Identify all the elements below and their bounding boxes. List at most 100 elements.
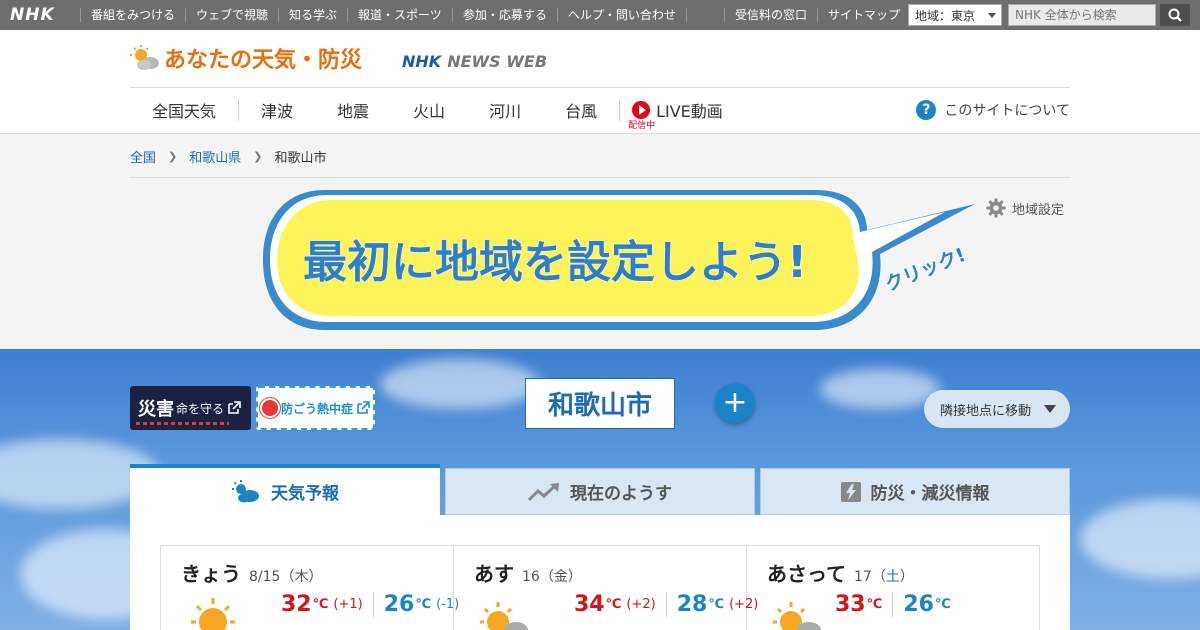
temp-divider <box>665 592 667 617</box>
breadcrumb-divider <box>130 177 1070 178</box>
chevron-right-icon: ❯ <box>168 150 178 163</box>
forecast-panel: きょう 8/15（木） 32 ℃ (+1) 26 ℃ (-1) あす 16（金） 34 ℃ (+… <box>130 515 1070 630</box>
temp-low: 26 <box>903 592 934 617</box>
cloud-decoration <box>1080 499 1200 579</box>
forecast-day-tomorrow[interactable]: あす 16（金） 34 ℃ (+2) 28 ℃ (+2) <box>454 546 758 630</box>
tab-disaster-info[interactable]: 防災・減災情報 <box>760 468 1070 515</box>
search-icon <box>1168 8 1182 22</box>
temp-low: 26 <box>383 592 415 617</box>
nav-national-weather[interactable]: 全国天気 <box>152 98 216 122</box>
nhk-news-web-logo[interactable]: NHK NEWS WEB <box>402 52 547 71</box>
region-setup-banner[interactable]: 最初に地域を設定しよう! クリック! <box>255 182 985 342</box>
banner-message: 最初に地域を設定しよう! <box>303 237 807 288</box>
nhk-logo[interactable]: NHK <box>0 5 80 25</box>
breadcrumb-national[interactable]: 全国 <box>130 147 156 166</box>
region-setting-button[interactable]: 地域設定 <box>986 198 1064 218</box>
forecast-day-after-tomorrow[interactable]: あさって 17（土） 33 ℃ 26 ℃ <box>747 546 1039 630</box>
nav-earthquake[interactable]: 地震 <box>337 98 369 122</box>
chevron-down-icon <box>988 13 996 18</box>
search-button[interactable] <box>1160 4 1190 26</box>
temp-unit: ℃ <box>866 597 883 612</box>
disaster-badge-title: 災害 <box>138 399 174 420</box>
external-link-icon <box>228 401 241 414</box>
add-location-button[interactable]: + <box>715 383 755 423</box>
nav-divider <box>238 99 240 121</box>
banner-click-label: クリック! <box>882 244 969 296</box>
forecast-day-today[interactable]: きょう 8/15（木） 32 ℃ (+1) 26 ℃ (-1) <box>161 546 459 630</box>
tab-current-label: 現在のようす <box>570 484 672 504</box>
nav-volcano[interactable]: 火山 <box>413 98 445 122</box>
temp-high-diff: (+1) <box>333 597 363 612</box>
triangle-down-icon <box>1044 405 1056 413</box>
nav-live-label: LIVE動画 <box>656 102 723 121</box>
forecast-days: きょう 8/15（木） 32 ℃ (+1) 26 ℃ (-1) あす 16（金） 34 ℃ (+… <box>160 545 1040 630</box>
nav-tsunami[interactable]: 津波 <box>261 98 293 122</box>
lightning-icon <box>840 481 861 502</box>
cloud-sun-icon <box>232 479 259 502</box>
badge-stripe <box>136 422 229 425</box>
temp-unit: ℃ <box>935 597 951 612</box>
day-date-value: 16 <box>522 569 540 585</box>
site-title: あなたの天気・防災 <box>164 48 363 73</box>
global-nav-watch-web[interactable]: ウェブで視聴 <box>185 8 278 22</box>
global-nav-participate[interactable]: 参加・応募する <box>451 8 557 22</box>
global-nav-learn[interactable]: 知る学ぶ <box>278 8 347 22</box>
chevron-right-icon: ❯ <box>253 150 263 163</box>
nearby-location-dropdown[interactable]: 隣接地点に移動 <box>924 390 1070 428</box>
tab-current-conditions[interactable]: 現在のようす <box>445 468 755 515</box>
temperatures: 33 ℃ 26 ℃ <box>835 592 951 617</box>
nearby-location-label: 隣接地点に移動 <box>940 403 1032 419</box>
question-icon: ? <box>916 100 937 120</box>
day-weekday: （木） <box>280 569 323 585</box>
sitemap-link[interactable]: サイトマップ <box>816 8 904 22</box>
heatstroke-badge-label: 防ごう熱中症 <box>281 401 354 416</box>
region-select[interactable]: 地域：東京 <box>908 4 1002 26</box>
about-site-link[interactable]: ? このサイトについて <box>916 100 1070 120</box>
receiving-fee-link[interactable]: 受信料の窓口 <box>723 8 817 22</box>
day-weekday: （金） <box>539 569 582 585</box>
nav-divider <box>619 99 621 121</box>
temp-low: 28 <box>676 592 708 617</box>
sunny-icon <box>191 598 235 630</box>
gear-icon <box>986 198 1006 218</box>
global-bar-right: 受信料の窓口 サイトマップ 地域：東京 <box>723 4 1190 26</box>
tab-disaster-label: 防災・減災情報 <box>870 484 990 504</box>
global-nav-find-programs[interactable]: 番組をみつける <box>80 8 185 22</box>
temp-high: 34 <box>574 592 605 617</box>
tab-forecast-label: 天気予報 <box>271 484 339 504</box>
nav-typhoon[interactable]: 台風 <box>565 98 597 122</box>
day-name: あす <box>474 562 514 586</box>
sun-cloud-icon <box>480 602 528 630</box>
search-input[interactable] <box>1008 4 1156 26</box>
about-site-label: このサイトについて <box>944 103 1070 119</box>
sun-cloud-icon <box>773 602 821 630</box>
tab-forecast[interactable]: 天気予報 <box>130 464 440 515</box>
temp-high: 32 <box>281 592 312 617</box>
nav-live-video[interactable]: LIVE動画 配信中 <box>628 98 723 131</box>
heatstroke-badge-link[interactable]: 防ごう熱中症 <box>256 386 375 430</box>
site-brand[interactable]: あなたの天気・防災 <box>130 42 362 74</box>
disaster-badge-link[interactable]: 災害 命を守る <box>130 386 251 430</box>
global-nav-help[interactable]: ヘルプ・問い合わせ <box>556 8 687 22</box>
day-name: あさって <box>767 562 846 586</box>
live-status: 配信中 <box>628 121 656 131</box>
nav-river[interactable]: 河川 <box>489 98 521 122</box>
global-nav: 番組をみつける ウェブで視聴 知る学ぶ 報道・スポーツ 参加・応募する ヘルプ・… <box>80 8 687 22</box>
news-web-logo-nhk: NHK <box>402 52 442 71</box>
sun-cloud-icon <box>130 45 159 70</box>
temperatures: 32 ℃ (+1) 26 ℃ (-1) <box>281 592 459 617</box>
sun-icon <box>262 400 278 416</box>
city-name: 和歌山市 <box>525 378 675 429</box>
region-setting-label: 地域設定 <box>1012 202 1065 218</box>
weekday-open: （ <box>871 569 886 585</box>
breadcrumb-prefecture[interactable]: 和歌山県 <box>189 147 241 166</box>
day-date: 17（土） <box>854 569 914 585</box>
breadcrumb: 全国 ❯ 和歌山県 ❯ 和歌山市 <box>130 147 326 166</box>
temp-unit: ℃ <box>312 597 329 612</box>
global-nav-news-sports[interactable]: 報道・スポーツ <box>347 8 452 22</box>
temp-divider <box>372 592 374 617</box>
temp-divider <box>892 592 894 617</box>
play-icon <box>632 101 651 119</box>
day-date-value: 17 <box>854 569 872 585</box>
breadcrumb-city: 和歌山市 <box>274 151 327 166</box>
